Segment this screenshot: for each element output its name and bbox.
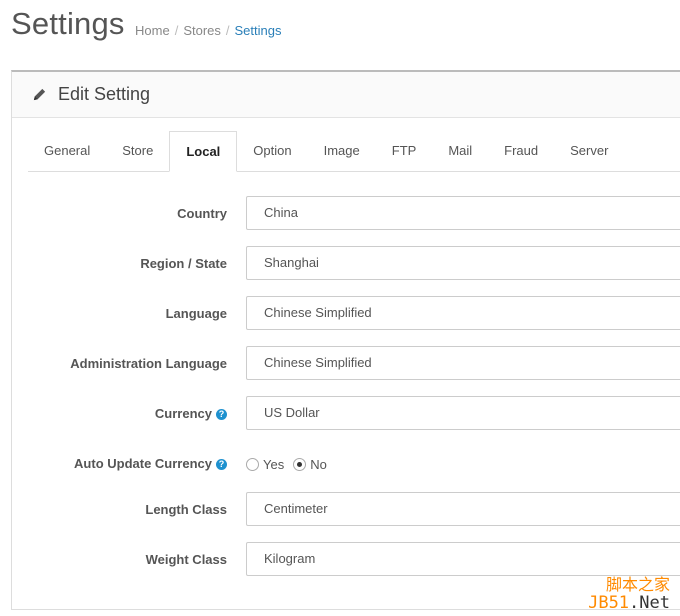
language-label: Language [165,306,227,321]
tab-general[interactable]: General [28,131,106,171]
tab-image[interactable]: Image [308,131,376,171]
auto-update-no-label: No [310,456,327,472]
admin-language-label: Administration Language [70,356,227,371]
auto-update-no-radio[interactable]: No [293,457,327,472]
watermark-jb51-text: JB51 [588,593,630,613]
weight-class-label: Weight Class [145,552,227,567]
tab-option[interactable]: Option [237,131,307,171]
form-row-length-class: Length Class Centimeter [12,492,680,528]
help-icon[interactable]: ? [216,459,227,470]
admin-language-select[interactable]: Chinese Simplified [246,346,680,380]
tab-mail[interactable]: Mail [432,131,488,171]
breadcrumb-stores[interactable]: Stores [183,23,221,38]
form-row-currency: Currency? US Dollar [12,396,680,432]
tab-server[interactable]: Server [554,131,624,171]
tab-local[interactable]: Local [169,131,238,172]
region-select[interactable]: Shanghai [246,246,680,280]
form-row-country: Country China [12,196,680,232]
panel-heading: Edit Setting [12,72,680,118]
watermark-net-text: .Net [629,593,670,613]
auto-update-label: Auto Update Currency? [74,446,227,482]
country-label: Country [177,206,227,221]
length-class-select[interactable]: Centimeter [246,492,680,526]
settings-tabs: General Store Local Option Image FTP Mai… [28,131,680,172]
weight-class-select[interactable]: Kilogram [246,542,680,576]
form-row-weight-class: Weight Class Kilogram [12,542,680,578]
form-row-region: Region / State Shanghai [12,246,680,282]
region-label: Region / State [140,256,227,271]
watermark-jb51: JB51.Net [588,594,670,612]
auto-update-yes-label: Yes [263,456,285,472]
breadcrumb: Home / Stores / Settings [135,23,282,38]
form-row-admin-language: Administration Language Chinese Simplifi… [12,346,680,382]
tab-store[interactable]: Store [106,131,169,171]
currency-label: Currency? [155,396,227,432]
breadcrumb-home[interactable]: Home [135,23,170,38]
form-row-language: Language Chinese Simplified [12,296,680,332]
pencil-icon [33,88,46,101]
auto-update-yes-radio[interactable]: Yes [246,457,284,472]
radio-circle[interactable] [246,457,259,471]
currency-label-text: Currency [154,406,212,421]
breadcrumb-separator: / [174,23,179,38]
language-select[interactable]: Chinese Simplified [246,296,680,330]
length-class-label: Length Class [145,502,227,517]
help-icon[interactable]: ? [216,409,227,420]
country-select[interactable]: China [246,196,680,230]
tab-fraud[interactable]: Fraud [488,131,554,171]
auto-update-label-text: Auto Update Currency [74,456,212,471]
breadcrumb-settings[interactable]: Settings [235,23,282,38]
watermark-chinese: 脚本之家 [605,575,670,594]
radio-circle-checked[interactable] [293,457,307,471]
form-row-auto-update: Auto Update Currency? Yes No [12,446,680,482]
panel-title: Edit Setting [58,84,151,104]
tab-ftp[interactable]: FTP [376,131,433,171]
breadcrumb-separator: / [225,23,230,38]
watermark: 脚本之家 JB51.Net [588,575,670,613]
currency-select[interactable]: US Dollar [246,396,680,430]
auto-update-radio-group: Yes No [246,446,336,482]
edit-setting-panel: Edit Setting General Store Local Option … [11,70,680,610]
page-title: Settings [11,6,125,41]
